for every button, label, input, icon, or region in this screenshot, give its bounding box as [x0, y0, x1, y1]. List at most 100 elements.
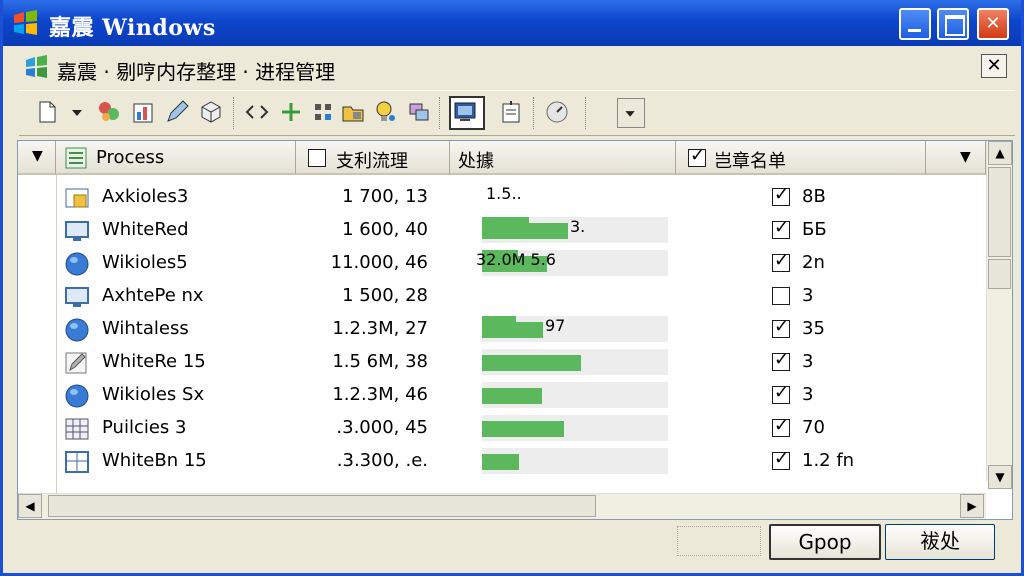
process-name: Wikioles5 [102, 252, 188, 273]
monitor-icon [65, 221, 89, 241]
process-name: AxhtePe nx [102, 285, 204, 306]
table-row[interactable]: Wikioles Sx 1.2.3M, 46 3 [18, 379, 988, 411]
row-count: ББ [802, 219, 827, 240]
toolbar-separator [233, 97, 236, 129]
vertical-scrollbar[interactable]: ▲ ▼ [986, 141, 1012, 489]
row-checkbox[interactable] [772, 217, 790, 239]
column-header-process[interactable]: Process [56, 141, 296, 175]
window-title: 嘉震 Windows [49, 15, 216, 41]
row-count: 3 [802, 384, 814, 405]
selector-header[interactable]: ▼ [18, 141, 56, 175]
main-window: 嘉震 Windows ✕ 嘉震 · 剔哼内存整理 · 进程管理 ✕ ▼ Proc… [0, 0, 1024, 576]
ok-button[interactable]: Gpop [769, 524, 881, 560]
table-row[interactable]: WhiteRed 1 600, 40 3. ББ [18, 214, 988, 246]
globe-icon [65, 318, 89, 342]
scroll-right-button[interactable]: ▶ [960, 494, 984, 518]
table-icon [65, 451, 89, 473]
memory-value: 1.2.3M, 27 [332, 318, 428, 339]
note-icon[interactable] [497, 98, 525, 126]
usage-label: 3. [570, 217, 586, 236]
close-button[interactable]: ✕ [977, 8, 1009, 40]
new-dropdown-icon[interactable] [63, 98, 82, 126]
row-checkbox[interactable] [772, 184, 790, 206]
row-checkbox[interactable] [772, 448, 790, 470]
gauge-icon[interactable] [543, 98, 571, 126]
app-small-icon [26, 55, 47, 78]
more-dropdown-icon[interactable] [617, 98, 645, 128]
maximize-button[interactable] [937, 8, 969, 40]
column-header-memory[interactable]: 支利流理 [296, 141, 450, 175]
row-checkbox[interactable] [772, 349, 790, 371]
minimize-button[interactable] [899, 8, 931, 40]
usage-bar-track [482, 349, 668, 375]
subheader-close-button[interactable]: ✕ [981, 54, 1007, 78]
horizontal-scrollbar[interactable]: ◀ ▶ [18, 493, 986, 519]
chevron-down-icon: ▼ [960, 149, 971, 165]
process-name: WhiteBn 15 [102, 450, 207, 471]
chart-icon[interactable] [129, 98, 157, 126]
memory-value: 1 700, 13 [342, 186, 428, 207]
toolbar-separator [585, 97, 588, 129]
process-name: Wikioles Sx [102, 384, 205, 405]
column-header-usage[interactable]: 处據 [450, 141, 676, 175]
usage-bar-fill [482, 454, 519, 470]
process-name: Puilcies 3 [102, 417, 187, 438]
horizontal-scroll-thumb[interactable] [48, 495, 596, 517]
code-icon[interactable] [243, 98, 271, 126]
column-dropdown-header[interactable]: ▼ [926, 141, 986, 175]
row-count: 2n [802, 252, 825, 273]
table-row[interactable]: Wikioles5 11.000, 46 32.0M 5.6 2n [18, 247, 988, 279]
sort-arrow-icon: ▼ [32, 148, 43, 164]
table-row[interactable]: WhiteRe 15 1.5 6M, 38 3 [18, 346, 988, 378]
cancel-button[interactable]: 袚处 [885, 524, 995, 560]
table-row[interactable]: Puilcies 3 .3.000, 45 70 [18, 412, 988, 444]
scroll-down-button[interactable]: ▼ [988, 465, 1012, 489]
sub-header: 嘉震 · 剔哼内存整理 · 进程管理 ✕ [11, 50, 1013, 86]
new-doc-icon[interactable] [33, 98, 61, 126]
usage-bar-fill [482, 388, 542, 404]
monitor-icon[interactable] [449, 96, 485, 130]
layers-icon[interactable] [405, 98, 433, 126]
globe-icon [65, 384, 89, 408]
pen-icon [65, 352, 87, 374]
table-row[interactable]: Axkioles3 1 700, 13 1.5.. 8B [18, 181, 988, 213]
row-count: 3 [802, 285, 814, 306]
scroll-up-button[interactable]: ▲ [988, 141, 1012, 165]
plus-icon[interactable] [277, 98, 305, 126]
title-bar[interactable]: 嘉震 Windows ✕ [3, 0, 1021, 46]
process-name: Wihtaless [102, 318, 189, 339]
row-checkbox[interactable] [772, 287, 790, 305]
row-checkbox[interactable] [772, 382, 790, 404]
table-row[interactable]: AxhtePe nx 1 500, 28 3 [18, 280, 988, 312]
column-header-memory-label: 支利流理 [336, 151, 408, 172]
grid-icon[interactable] [309, 98, 337, 126]
vertical-scroll-thumb[interactable] [988, 167, 1011, 257]
table-row[interactable]: WhiteBn 15 .3.300, .e. 1.2 fn [18, 445, 988, 477]
row-checkbox[interactable] [772, 250, 790, 272]
table-row[interactable]: Wihtaless 1.2.3M, 27 97 35 [18, 313, 988, 345]
row-checkbox[interactable] [772, 415, 790, 437]
column-header-list[interactable]: 岂章名单 [676, 141, 926, 175]
column-header-process-label: Process [96, 147, 165, 168]
process-name: WhiteRe 15 [102, 351, 206, 372]
row-checkbox[interactable] [772, 316, 790, 338]
edit-icon[interactable] [163, 98, 191, 126]
memory-value: 1.5 6M, 38 [332, 351, 428, 372]
scroll-left-button[interactable]: ◀ [18, 494, 42, 518]
minimize-icon [908, 29, 921, 32]
toolbar-separator [439, 97, 442, 129]
row-count: 3 [802, 351, 814, 372]
cube-icon[interactable] [197, 98, 225, 126]
folder-lock-icon[interactable] [339, 98, 367, 126]
usage-bar-track [482, 283, 668, 309]
bulb-icon[interactable] [371, 98, 399, 126]
process-list[interactable]: ▼ Process 支利流理 处據 岂章名单 ▼ Axkioles3 1 700,… [17, 140, 1013, 520]
components-icon[interactable] [95, 98, 123, 126]
usage-bar-fill [482, 421, 564, 437]
toolbar [19, 90, 1015, 136]
memory-column-checkbox[interactable] [308, 149, 326, 167]
list-column-checkbox[interactable] [688, 145, 706, 167]
monitor-icon [65, 287, 89, 307]
usage-bar-fill [482, 316, 543, 338]
vertical-scroll-thumb-lower[interactable] [988, 259, 1011, 289]
